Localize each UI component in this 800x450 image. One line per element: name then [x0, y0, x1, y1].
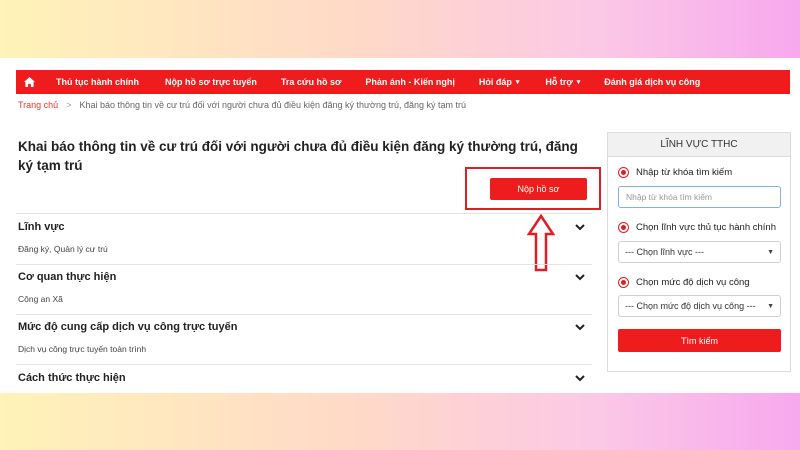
submit-application-button[interactable]: Nộp hồ sơ — [490, 178, 587, 200]
field-label: Chọn lĩnh vực thủ tục hành chính — [636, 222, 776, 233]
section-field-header[interactable]: Lĩnh vực — [16, 221, 592, 233]
section-heading: Mức độ cung cấp dịch vụ công trực tuyến — [18, 321, 238, 333]
section-divider — [16, 364, 592, 365]
nav-item-feedback[interactable]: Phản ánh - Kiến nghị — [365, 70, 455, 94]
section-heading: Cơ quan thực hiện — [18, 271, 117, 283]
sidebar-filter-panel: LĨNH VỰC TTHC Nhập từ khóa tìm kiếm Chọn… — [607, 132, 791, 372]
radio-selected-icon — [618, 167, 629, 178]
sidebar-title: LĨNH VỰC TTHC — [608, 133, 790, 157]
nav-item-label: Thủ tục hành chính — [56, 77, 139, 87]
keyword-label: Nhập từ khóa tìm kiếm — [636, 167, 733, 178]
breadcrumb-current: Khai báo thông tin về cư trú đối với ngư… — [79, 100, 466, 110]
chevron-down-icon: ▼ — [767, 302, 774, 310]
nav-item-label: Phản ánh - Kiến nghị — [365, 77, 455, 87]
chevron-down-icon: ▾ — [515, 79, 520, 86]
home-icon[interactable] — [16, 70, 42, 94]
chevron-down-icon — [575, 274, 585, 281]
field-radio[interactable]: Chọn lĩnh vực thủ tục hành chính — [618, 222, 776, 233]
section-value: Công an Xã — [18, 294, 63, 304]
level-label: Chọn mức độ dịch vụ công — [636, 277, 750, 288]
chevron-down-icon — [575, 224, 585, 231]
radio-selected-icon — [618, 222, 629, 233]
section-value: Đăng ký, Quản lý cư trú — [18, 244, 108, 254]
nav-item-procedures[interactable]: Thủ tục hành chính — [56, 70, 139, 94]
breadcrumb-home-link[interactable]: Trang chủ — [18, 100, 58, 110]
nav-item-label: Tra cứu hồ sơ — [280, 77, 342, 87]
chevron-down-icon: ▾ — [576, 79, 581, 86]
keyword-search-input[interactable] — [618, 186, 781, 208]
section-agency: Cơ quan thực hiện Công an Xã — [16, 271, 592, 304]
section-method-header[interactable]: Cách thức thực hiện — [16, 372, 592, 384]
section-field: Lĩnh vực Đăng ký, Quản lý cư trú — [16, 221, 592, 254]
chevron-down-icon — [575, 375, 585, 382]
nav-item-label: Hỗ trợ — [545, 77, 573, 87]
chevron-down-icon — [575, 324, 585, 331]
nav-item-label: Hỏi đáp — [478, 77, 512, 87]
nav-item-faq[interactable]: Hỏi đáp ▾ — [479, 70, 520, 94]
field-select-value: --- Chọn lĩnh vực --- — [625, 247, 705, 257]
section-value: Dịch vụ công trực tuyến toàn trình — [18, 344, 147, 354]
nav-item-rating[interactable]: Đánh giá dịch vụ công — [604, 70, 700, 94]
section-divider — [16, 213, 592, 214]
section-service-level-header[interactable]: Mức độ cung cấp dịch vụ công trực tuyến — [16, 321, 592, 333]
nav-item-label: Nộp hồ sơ trực tuyến — [165, 77, 257, 87]
section-divider — [16, 264, 592, 265]
section-divider — [16, 314, 592, 315]
chevron-down-icon: ▼ — [767, 248, 774, 256]
section-heading: Cách thức thực hiện — [18, 372, 126, 384]
level-select[interactable]: --- Chọn mức độ dịch vụ công --- ▼ — [618, 295, 781, 317]
section-method: Cách thức thực hiện — [16, 372, 592, 384]
nav-item-online-submission[interactable]: Nộp hồ sơ trực tuyến — [165, 70, 257, 94]
main-nav: Thủ tục hành chính Nộp hồ sơ trực tuyến … — [16, 70, 790, 94]
level-radio[interactable]: Chọn mức độ dịch vụ công — [618, 277, 750, 288]
section-heading: Lĩnh vực — [18, 221, 65, 233]
nav-item-lookup[interactable]: Tra cứu hồ sơ — [281, 70, 341, 94]
nav-item-support[interactable]: Hỗ trợ ▾ — [545, 70, 580, 94]
search-button[interactable]: Tìm kiếm — [618, 329, 781, 352]
radio-selected-icon — [618, 277, 629, 288]
field-select[interactable]: --- Chọn lĩnh vực --- ▼ — [618, 241, 781, 263]
nav-item-label: Đánh giá dịch vụ công — [604, 77, 701, 87]
section-agency-header[interactable]: Cơ quan thực hiện — [16, 271, 592, 283]
section-service-level: Mức độ cung cấp dịch vụ công trực tuyến … — [16, 321, 592, 354]
breadcrumb-separator: > — [66, 100, 72, 110]
breadcrumb: Trang chủ > Khai báo thông tin về cư trú… — [18, 100, 466, 110]
level-select-value: --- Chọn mức độ dịch vụ công --- — [625, 301, 756, 311]
keyword-radio[interactable]: Nhập từ khóa tìm kiếm — [618, 167, 732, 178]
